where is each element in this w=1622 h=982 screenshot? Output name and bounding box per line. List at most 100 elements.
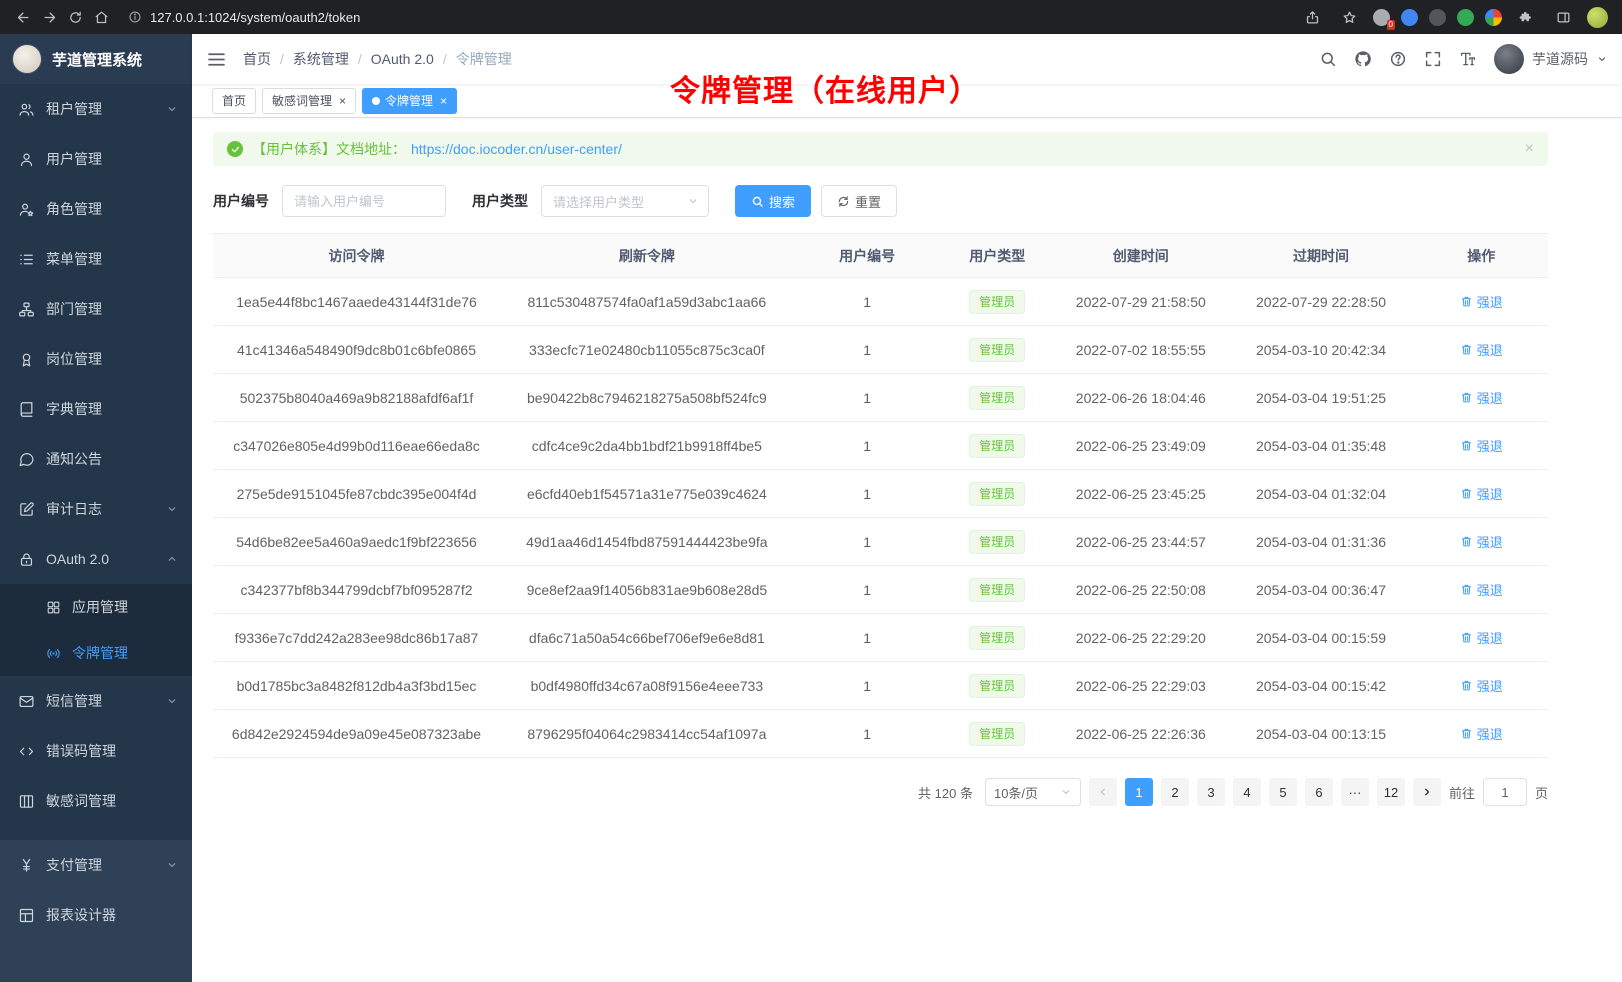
- edit-log-icon: [18, 501, 35, 518]
- page-button[interactable]: ···: [1341, 778, 1369, 806]
- create-time-cell: 2022-06-25 22:50:08: [1054, 566, 1228, 614]
- doc-link[interactable]: https://doc.iocoder.cn/user-center/: [411, 141, 622, 157]
- user-id-label: 用户编号: [213, 191, 269, 211]
- address-bar[interactable]: 127.0.0.1:1024/system/oauth2/token: [114, 10, 1299, 25]
- sidebar-item-role[interactable]: 角色管理: [0, 184, 192, 234]
- header-search-icon[interactable]: [1319, 50, 1337, 68]
- extensions-puzzle-icon[interactable]: [1513, 4, 1539, 30]
- close-icon[interactable]: ×: [339, 95, 346, 107]
- force-logout-button[interactable]: 强退: [1460, 388, 1503, 407]
- force-logout-button[interactable]: 强退: [1460, 292, 1503, 311]
- sidebar-item-tenant[interactable]: 租户管理: [0, 84, 192, 134]
- col-actions: 操作: [1414, 234, 1548, 278]
- force-logout-button[interactable]: 强退: [1460, 628, 1503, 647]
- action-cell: 强退: [1414, 614, 1548, 662]
- sidebar-item-report-designer[interactable]: 报表设计器: [0, 890, 192, 940]
- browser-home-button[interactable]: [88, 4, 114, 30]
- breadcrumb-home[interactable]: 首页: [243, 49, 271, 69]
- force-logout-button[interactable]: 强退: [1460, 484, 1503, 503]
- page-button[interactable]: 12: [1377, 778, 1405, 806]
- delete-icon: [1460, 535, 1473, 548]
- close-icon[interactable]: ×: [440, 95, 447, 107]
- help-icon[interactable]: [1389, 50, 1407, 68]
- sidebar-item-app-manage[interactable]: 应用管理: [0, 584, 192, 630]
- extension-icon-3[interactable]: [1429, 9, 1446, 26]
- user-type-select[interactable]: 请选择用户类型: [541, 185, 709, 217]
- chevron-down-icon: [166, 503, 178, 515]
- sidebar-item-menu[interactable]: 菜单管理: [0, 234, 192, 284]
- page-button[interactable]: 4: [1233, 778, 1261, 806]
- sidebar-item-dict[interactable]: 字典管理: [0, 384, 192, 434]
- side-panel-icon[interactable]: [1550, 4, 1576, 30]
- breadcrumb-oauth[interactable]: OAuth 2.0: [371, 51, 434, 67]
- goto-unit: 页: [1535, 783, 1548, 802]
- bookmark-star-icon[interactable]: [1336, 4, 1362, 30]
- sidebar-item-sms[interactable]: 短信管理: [0, 676, 192, 726]
- force-logout-button[interactable]: 强退: [1460, 724, 1503, 743]
- sidebar-item-post[interactable]: 岗位管理: [0, 334, 192, 384]
- create-time-cell: 2022-07-02 18:55:55: [1054, 326, 1228, 374]
- page-button[interactable]: 1: [1125, 778, 1153, 806]
- action-cell: 强退: [1414, 278, 1548, 326]
- tab-sensitive-word[interactable]: 敏感词管理 ×: [262, 88, 356, 114]
- table-row: 1ea5e44f8bc1467aaede43144f31de76 811c530…: [213, 278, 1548, 326]
- breadcrumb-system[interactable]: 系统管理: [293, 49, 349, 69]
- share-icon[interactable]: [1299, 4, 1325, 30]
- table-row: 275e5de9151045fe87cbdc395e004f4d e6cfd40…: [213, 470, 1548, 518]
- force-logout-button[interactable]: 强退: [1460, 676, 1503, 695]
- sidebar-item-dept[interactable]: 部门管理: [0, 284, 192, 334]
- user-id-cell: 1: [794, 470, 941, 518]
- browser-reload-button[interactable]: [62, 4, 88, 30]
- expire-time-cell: 2054-03-04 01:35:48: [1228, 422, 1415, 470]
- sidebar-item-sensitive-word[interactable]: 敏感词管理: [0, 776, 192, 826]
- browser-back-button[interactable]: [10, 4, 36, 30]
- chevron-up-icon: [166, 553, 178, 565]
- sidebar-item-error-code[interactable]: 错误码管理: [0, 726, 192, 776]
- page-button[interactable]: 2: [1161, 778, 1189, 806]
- reset-button[interactable]: 重置: [821, 185, 897, 217]
- delete-icon: [1460, 679, 1473, 692]
- sidebar-item-label: 敏感词管理: [46, 791, 116, 811]
- profile-avatar[interactable]: [1587, 7, 1608, 28]
- prev-page-button[interactable]: [1089, 778, 1117, 806]
- user-id-cell: 1: [794, 326, 941, 374]
- sidebar-item-oauth[interactable]: OAuth 2.0: [0, 534, 192, 584]
- force-logout-button[interactable]: 强退: [1460, 340, 1503, 359]
- page-button[interactable]: 3: [1197, 778, 1225, 806]
- force-logout-button[interactable]: 强退: [1460, 580, 1503, 599]
- github-icon[interactable]: [1354, 50, 1372, 68]
- sidebar-item-notice[interactable]: 通知公告: [0, 434, 192, 484]
- tab-token-manage[interactable]: 令牌管理 ×: [362, 88, 457, 114]
- force-logout-button[interactable]: 强退: [1460, 436, 1503, 455]
- extension-icon-1[interactable]: 0: [1373, 9, 1390, 26]
- tab-home[interactable]: 首页: [212, 88, 256, 114]
- page-button[interactable]: 6: [1305, 778, 1333, 806]
- extension-icon-5[interactable]: [1485, 9, 1502, 26]
- extension-icon-2[interactable]: [1401, 9, 1418, 26]
- create-time-cell: 2022-06-25 22:29:03: [1054, 662, 1228, 710]
- sidebar-item-user[interactable]: 用户管理: [0, 134, 192, 184]
- fullscreen-icon[interactable]: [1424, 50, 1442, 68]
- force-logout-button[interactable]: 强退: [1460, 532, 1503, 551]
- page-button[interactable]: 5: [1269, 778, 1297, 806]
- user-id-input[interactable]: [282, 185, 446, 217]
- logo[interactable]: 芋道管理系统: [0, 34, 192, 84]
- tab-label: 敏感词管理: [272, 92, 332, 109]
- next-page-button[interactable]: [1413, 778, 1441, 806]
- extension-icon-4[interactable]: [1457, 9, 1474, 26]
- select-placeholder: 请选择用户类型: [553, 192, 644, 211]
- delete-icon: [1460, 439, 1473, 452]
- alert-close-icon[interactable]: ×: [1525, 141, 1534, 157]
- page-size-select[interactable]: 10条/页: [985, 778, 1081, 806]
- delete-icon: [1460, 583, 1473, 596]
- font-size-icon[interactable]: [1459, 50, 1477, 68]
- user-menu[interactable]: 芋道源码: [1494, 44, 1608, 74]
- search-button[interactable]: 搜索: [735, 185, 811, 217]
- browser-forward-button[interactable]: [36, 4, 62, 30]
- sidebar-item-audit-log[interactable]: 审计日志: [0, 484, 192, 534]
- sidebar-item-pay[interactable]: 支付管理: [0, 840, 192, 890]
- refresh-token-cell: 333ecfc71e02480cb11055c875c3ca0f: [500, 326, 794, 374]
- goto-page-input[interactable]: [1483, 778, 1527, 806]
- sidebar-item-token-manage[interactable]: 令牌管理: [0, 630, 192, 676]
- hamburger-icon[interactable]: [206, 49, 227, 70]
